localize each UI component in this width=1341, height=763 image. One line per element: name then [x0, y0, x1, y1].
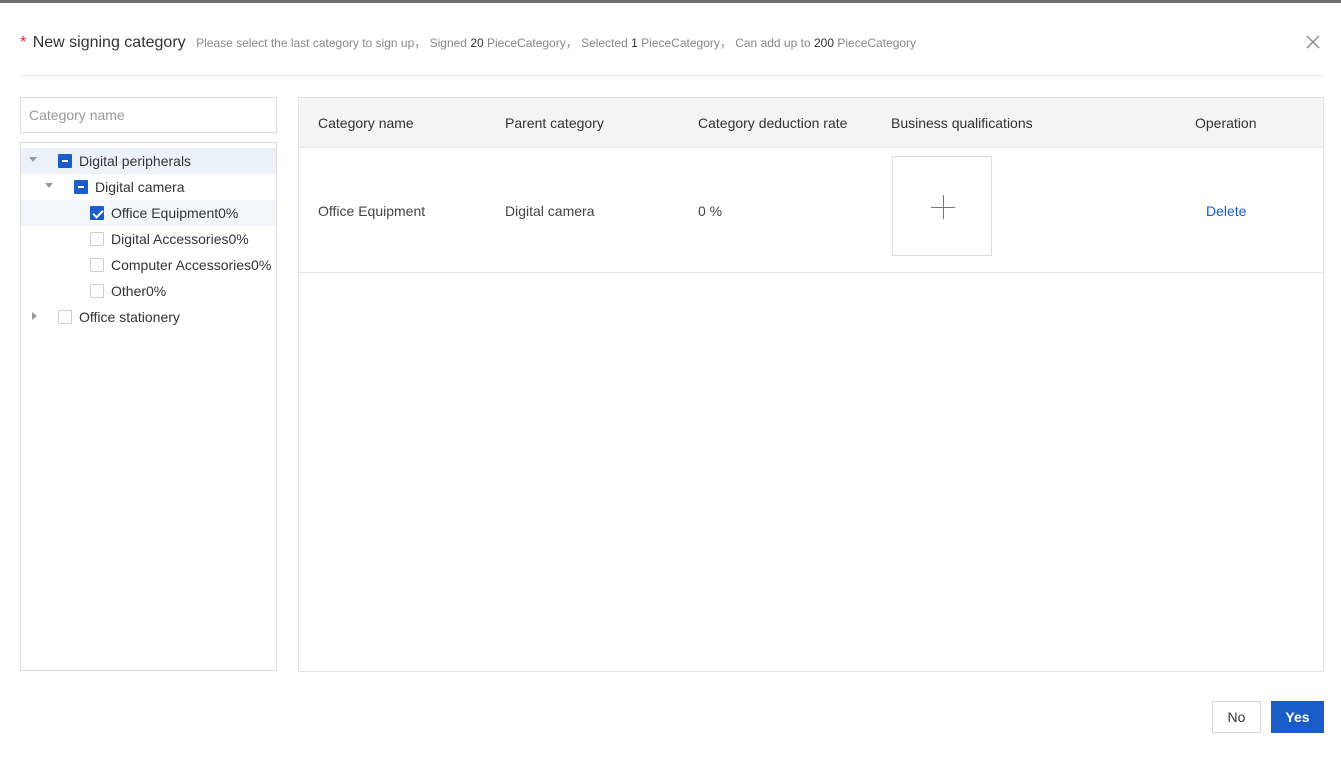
tree-node-label: Other0% — [111, 283, 167, 299]
checkbox-checked[interactable] — [90, 206, 104, 220]
tree-node-label: Computer Accessories0% — [111, 257, 272, 273]
close-icon[interactable] — [1305, 34, 1321, 50]
dialog-description: Please select the last category to sign … — [196, 36, 916, 50]
column-header-category-name: Category name — [318, 115, 414, 131]
column-header-deduction-rate: Category deduction rate — [698, 115, 848, 131]
checkbox-unchecked[interactable] — [90, 232, 104, 246]
checkbox-unchecked[interactable] — [90, 258, 104, 272]
tree-node-digital-peripherals[interactable]: Digital peripherals — [21, 148, 276, 174]
tree-node-digital-accessories[interactable]: Digital Accessories0% — [21, 226, 276, 252]
desc-limit-count: 200 — [813, 36, 834, 50]
category-tree: Digital peripherals Digital camera Offic… — [20, 142, 277, 671]
cell-deduction-rate: 0 % — [698, 203, 723, 219]
caret-right-icon[interactable] — [32, 312, 37, 320]
column-header-business-qualifications: Business qualifications — [891, 115, 1033, 131]
checkbox-unchecked[interactable] — [90, 284, 104, 298]
desc-limit-suffix: PieceCategory — [837, 36, 917, 50]
yes-button[interactable]: Yes — [1271, 701, 1324, 733]
dialog-header: * New signing category Please select the… — [20, 22, 1323, 76]
tree-node-label: Digital camera — [95, 179, 185, 195]
caret-down-icon[interactable] — [45, 183, 53, 188]
required-mark: * — [20, 34, 27, 51]
tree-node-office-stationery[interactable]: Office stationery — [21, 304, 276, 330]
table-row: Office Equipment Digital camera 0 % Dele… — [299, 148, 1323, 273]
checkbox-indeterminate[interactable] — [58, 154, 72, 168]
tree-node-other[interactable]: Other0% — [21, 278, 276, 304]
cell-category-name: Office Equipment — [318, 203, 426, 219]
selected-categories-table: Category name Parent category Category d… — [298, 97, 1324, 672]
desc-limit-prefix: Can add up to — [735, 36, 811, 50]
desc-selected-count: 1 — [631, 36, 638, 50]
column-header-operation: Operation — [1195, 115, 1257, 131]
dialog-title: New signing category — [32, 34, 186, 51]
caret-down-icon[interactable] — [29, 157, 37, 162]
desc-signed-suffix: PieceCategory， — [487, 36, 578, 50]
tree-node-label: Office stationery — [79, 309, 180, 325]
no-button[interactable]: No — [1212, 701, 1261, 733]
tree-node-label: Office Equipment0% — [111, 205, 239, 221]
qualification-upload-button[interactable] — [892, 156, 992, 256]
category-search-input[interactable] — [20, 97, 277, 133]
tree-node-label: Digital peripherals — [79, 153, 192, 169]
tree-node-office-equipment[interactable]: Office Equipment0% — [21, 200, 276, 226]
table-header: Category name Parent category Category d… — [299, 98, 1323, 148]
checkbox-indeterminate[interactable] — [74, 180, 88, 194]
tree-node-label: Digital Accessories0% — [111, 231, 249, 247]
window-top-border — [0, 0, 1341, 3]
dialog-title-row: * New signing category Please select the… — [20, 34, 916, 52]
column-header-parent-category: Parent category — [505, 115, 604, 131]
tree-node-computer-accessories[interactable]: Computer Accessories0% — [21, 252, 276, 278]
desc-selected-suffix: PieceCategory， — [641, 36, 732, 50]
cell-parent-category: Digital camera — [505, 203, 595, 219]
delete-link[interactable]: Delete — [1206, 203, 1246, 219]
desc-selected-prefix: Selected — [581, 36, 628, 50]
desc-intro: Please select the last category to sign … — [196, 36, 427, 50]
desc-signed-prefix: Signed — [429, 36, 467, 50]
desc-signed-count: 20 — [470, 36, 484, 50]
tree-node-digital-camera[interactable]: Digital camera — [21, 174, 276, 200]
checkbox-unchecked[interactable] — [58, 310, 72, 324]
plus-icon-vertical — [943, 195, 944, 219]
